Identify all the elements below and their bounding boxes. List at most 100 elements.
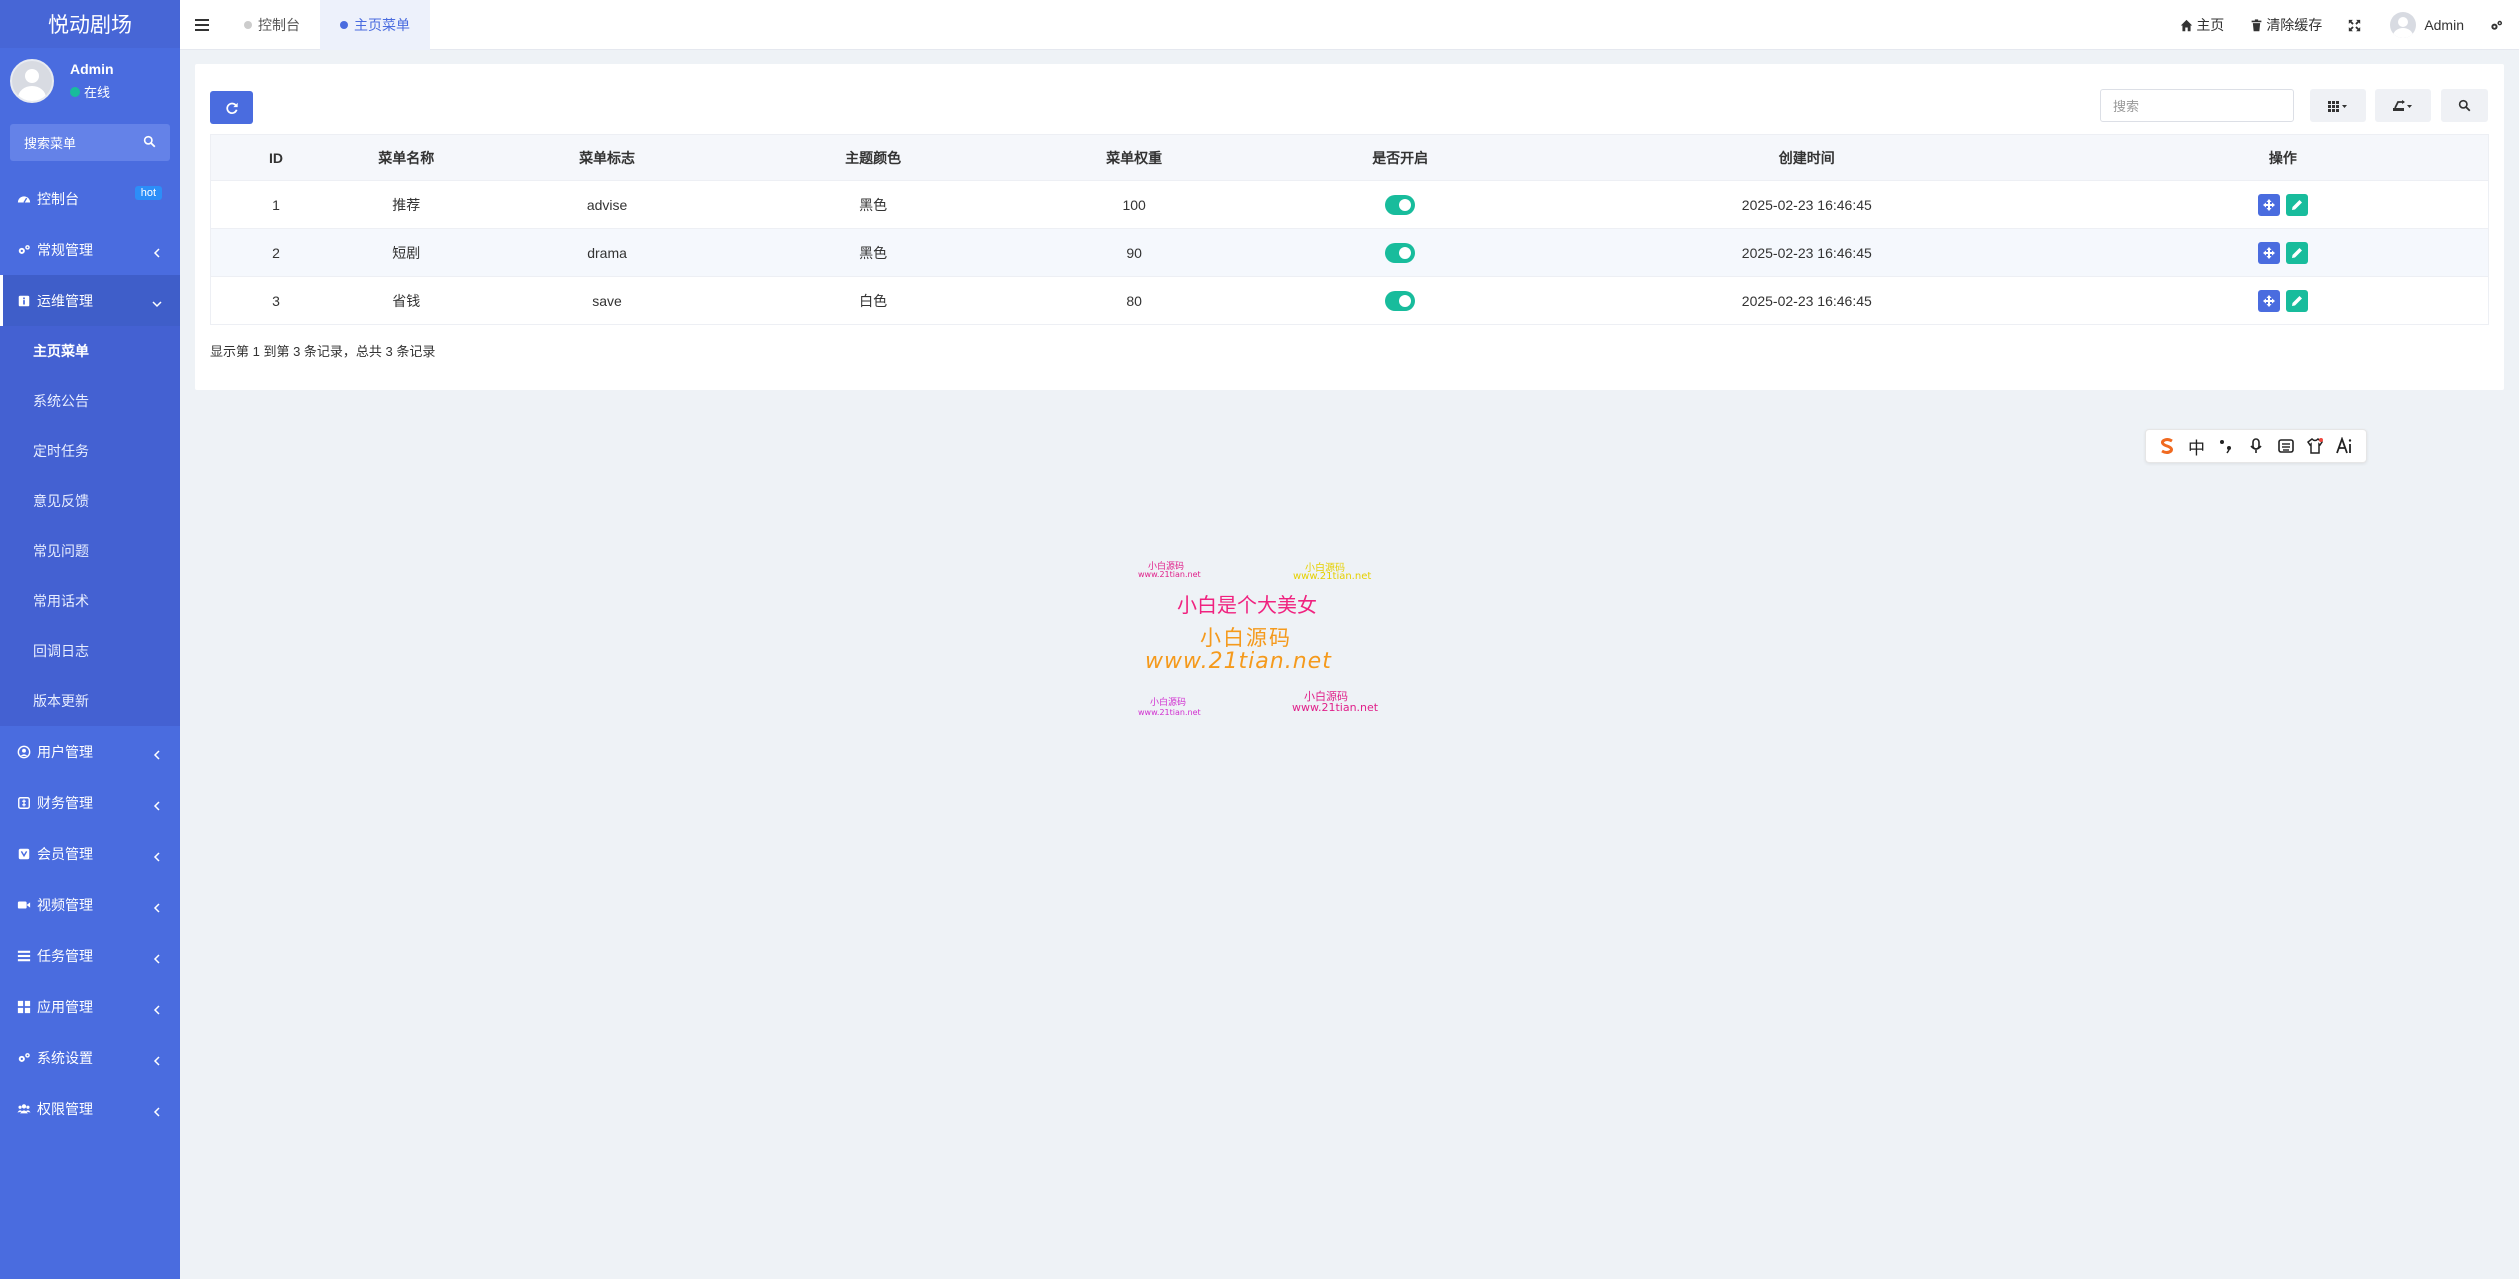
drag-sort-button[interactable] <box>2257 241 2280 264</box>
tab-dashboard[interactable]: 控制台 <box>224 0 320 50</box>
sidebar-item-apps[interactable]: 应用管理 <box>0 981 180 1032</box>
table-row[interactable]: 1 推荐 advise 黑色 100 2025-02-23 16:46:45 <box>210 180 2489 229</box>
table-search-placeholder: 搜索 <box>2113 99 2140 114</box>
column-header[interactable]: 菜单名称 <box>341 134 472 181</box>
sidebar-item-general[interactable]: 常规管理 <box>0 224 180 275</box>
edit-button[interactable] <box>2285 241 2308 264</box>
chevron-left-icon <box>152 245 162 258</box>
dashboard-icon <box>17 192 31 206</box>
user-menu[interactable]: Admin <box>2377 0 2477 50</box>
cell-enabled <box>1264 180 1536 229</box>
ime-language-toggle[interactable]: 中 <box>2185 434 2209 459</box>
home-label: 主页 <box>2196 17 2225 33</box>
submenu-item-callback-log[interactable]: 回调日志 <box>0 626 180 676</box>
table-row[interactable]: 3 省钱 save 白色 80 2025-02-23 16:46:45 <box>210 276 2489 325</box>
sidebar-item-dashboard[interactable]: 控制台 hot <box>0 173 180 224</box>
edit-button[interactable] <box>2285 289 2308 312</box>
cell-weight: 90 <box>1003 228 1265 277</box>
column-header[interactable]: 菜单权重 <box>1003 134 1265 181</box>
enabled-toggle[interactable] <box>1385 194 1416 215</box>
microphone-icon[interactable] <box>2244 437 2268 455</box>
member-icon <box>17 847 31 861</box>
column-header[interactable]: ID <box>210 134 342 181</box>
pencil-icon <box>2291 295 2302 306</box>
clear-cache-button[interactable]: 清除缓存 <box>2237 0 2335 50</box>
submenu-item-faq[interactable]: 常见问题 <box>0 526 180 576</box>
sidebar: 悦动剧场 Admin 在线 搜索菜单 控制台 hot 常规管理 运维管理 主页菜… <box>0 0 180 1279</box>
menu-table: ID 菜单名称 菜单标志 主题颜色 菜单权重 是否开启 创建时间 操作 1 推荐… <box>210 134 2489 325</box>
cell-created: 2025-02-23 16:46:45 <box>1535 228 2078 277</box>
expand-icon <box>2349 19 2361 31</box>
column-header[interactable]: 主题颜色 <box>742 134 1004 181</box>
settings-button[interactable] <box>2477 0 2519 50</box>
export-button[interactable] <box>2375 89 2431 122</box>
group-icon <box>17 1102 31 1116</box>
drag-sort-button[interactable] <box>2257 193 2280 216</box>
edit-button[interactable] <box>2285 193 2308 216</box>
hamburger-icon <box>195 18 209 31</box>
video-icon <box>17 898 31 912</box>
submenu-item-phrases[interactable]: 常用话术 <box>0 576 180 626</box>
column-header[interactable]: 菜单标志 <box>471 134 743 181</box>
sidebar-search-input[interactable]: 搜索菜单 <box>10 124 170 161</box>
refresh-button[interactable] <box>210 91 253 124</box>
sidebar-search-placeholder: 搜索菜单 <box>24 136 77 151</box>
table-row[interactable]: 2 短剧 drama 黑色 90 2025-02-23 16:46:45 <box>210 228 2489 277</box>
cell-weight: 80 <box>1003 276 1265 325</box>
tab-dot-icon <box>244 20 252 29</box>
submenu-item-feedback[interactable]: 意见反馈 <box>0 476 180 526</box>
sidebar-item-ops[interactable]: 运维管理 <box>0 275 180 326</box>
pagination-info: 显示第 1 到第 3 条记录，总共 3 条记录 <box>210 344 436 359</box>
apps-icon <box>17 1000 31 1014</box>
sidebar-toggle-button[interactable] <box>180 0 224 50</box>
cell-color: 黑色 <box>742 228 1004 277</box>
sidebar-item-tasks[interactable]: 任务管理 <box>0 930 180 981</box>
refresh-icon <box>225 102 238 114</box>
fullscreen-button[interactable] <box>2335 0 2377 50</box>
drag-sort-button[interactable] <box>2257 289 2280 312</box>
user-status: 在线 <box>70 82 114 101</box>
sidebar-item-permissions[interactable]: 权限管理 <box>0 1083 180 1134</box>
advanced-search-button[interactable] <box>2441 89 2488 122</box>
content-panel: 搜索 ID 菜单名称 菜单标志 主题颜色 菜单权重 是否开启 创建时间 操作 1… <box>195 64 2504 390</box>
sidebar-item-finance[interactable]: 财务管理 <box>0 777 180 828</box>
avatar <box>10 59 54 103</box>
sidebar-item-users[interactable]: 用户管理 <box>0 726 180 777</box>
submenu-item-version[interactable]: 版本更新 <box>0 676 180 726</box>
avatar <box>2390 12 2417 38</box>
pencil-icon <box>2291 247 2302 258</box>
sidebar-item-label: 运维管理 <box>37 292 93 309</box>
enabled-toggle[interactable] <box>1385 242 1416 263</box>
search-icon[interactable] <box>143 135 156 151</box>
keyboard-icon[interactable] <box>2274 437 2298 455</box>
sogou-logo-icon[interactable] <box>2155 437 2179 455</box>
cell-flag: advise <box>471 180 743 229</box>
cell-name: 省钱 <box>341 276 472 325</box>
ai-icon[interactable] <box>2333 437 2357 455</box>
cell-actions <box>2077 276 2489 325</box>
sidebar-item-videos[interactable]: 视频管理 <box>0 879 180 930</box>
enabled-toggle[interactable] <box>1385 290 1416 311</box>
sidebar-item-label: 视频管理 <box>37 896 93 913</box>
watermark-small-a-url: www.21tian.net <box>1138 570 1201 579</box>
arrows-icon <box>2262 246 2275 259</box>
sidebar-item-settings[interactable]: 系统设置 <box>0 1032 180 1083</box>
cell-actions <box>2077 180 2489 229</box>
sidebar-item-members[interactable]: 会员管理 <box>0 828 180 879</box>
table-search-input[interactable]: 搜索 <box>2100 89 2294 122</box>
columns-toggle-button[interactable] <box>2310 89 2366 122</box>
tab-home-menu[interactable]: 主页菜单 <box>320 0 430 50</box>
skin-shirt-icon[interactable] <box>2303 437 2327 455</box>
punctuation-icon[interactable] <box>2214 437 2238 455</box>
cogs-icon <box>2491 20 2503 30</box>
column-header[interactable]: 创建时间 <box>1535 134 2078 181</box>
chevron-down-icon <box>152 296 162 307</box>
column-header[interactable]: 是否开启 <box>1264 134 1536 181</box>
submenu-item-cron[interactable]: 定时任务 <box>0 426 180 476</box>
home-link[interactable]: 主页 <box>2167 0 2237 50</box>
arrows-icon <box>2262 294 2275 307</box>
submenu-item-home-menu[interactable]: 主页菜单 <box>0 326 180 376</box>
cell-name: 推荐 <box>341 180 472 229</box>
app-brand[interactable]: 悦动剧场 <box>0 0 180 48</box>
submenu-item-announcement[interactable]: 系统公告 <box>0 376 180 426</box>
